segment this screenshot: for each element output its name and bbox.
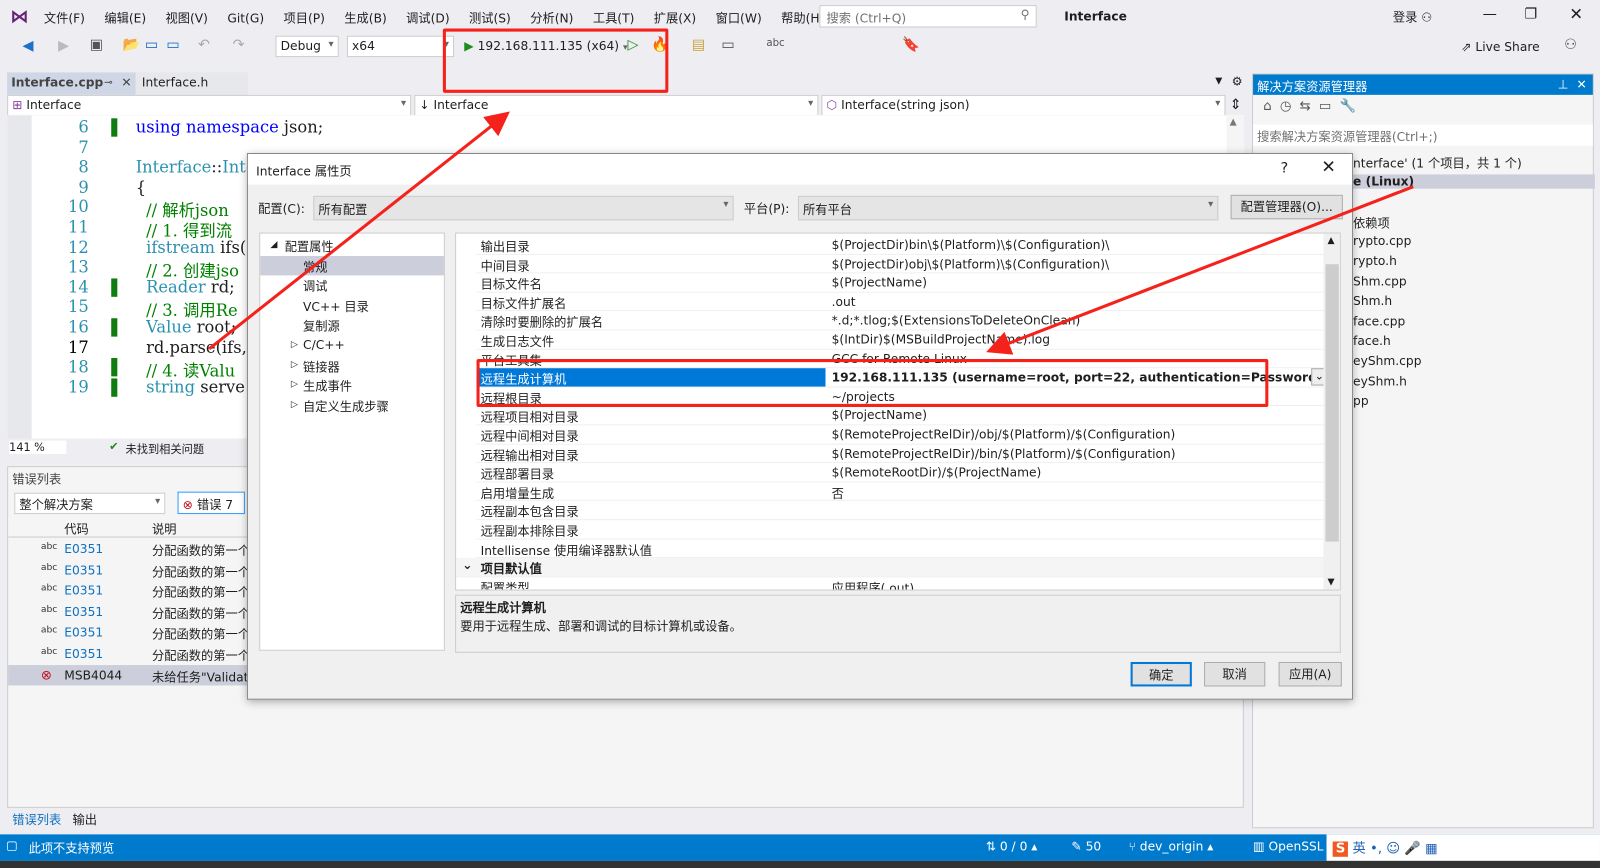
annotation-arrow-2 [986, 185, 1414, 355]
annotation-arrow-1 [208, 111, 510, 351]
annotation-arrows [208, 111, 1414, 355]
visual-studio-window: ⋈ 文件(F) 编辑(E) 视图(V) Git(G) 项目(P) 生成(B) 调试(D) 测试… [0, 0, 1600, 868]
